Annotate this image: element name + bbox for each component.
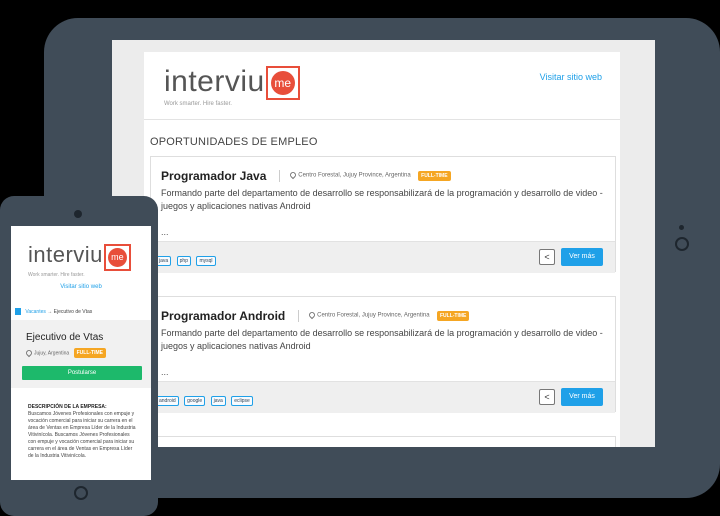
logo-word: interviu <box>164 65 265 98</box>
logo-tagline: Work smarter. Hire faster. <box>28 272 85 278</box>
brand-logo[interactable]: interviu me Work smarter. Hire faster. <box>28 244 131 278</box>
skill-tag[interactable]: java <box>156 256 172 266</box>
divider <box>297 309 299 322</box>
tablet-camera <box>679 225 684 230</box>
job-location: Centro Forestal, Jujuy Province, Argenti… <box>289 171 411 180</box>
map-pin-icon <box>289 171 298 180</box>
brand-logo[interactable]: interviu me Work smarter. Hire faster. <box>164 66 300 107</box>
view-more-button[interactable]: Ver más <box>561 248 603 266</box>
skill-tags: android google java eclipse <box>156 389 254 407</box>
job-location-text: Jujuy, Argentina <box>34 350 70 357</box>
job-title: Ejecutivo de Vtas <box>26 332 104 343</box>
skill-tag[interactable]: php <box>176 256 191 266</box>
skill-tag[interactable]: java <box>210 396 226 406</box>
jobs-page: interviu me Work smarter. Hire faster. Vi… <box>144 52 620 447</box>
company-description: DESCRIPCIÓN DE LA EMPRESA: Buscamos Jóve… <box>28 404 138 460</box>
company-description-heading: DESCRIPCIÓN DE LA EMPRESA: <box>28 404 107 410</box>
phone-screen: interviu me Work smarter. Hire faster. Vi… <box>11 226 151 480</box>
divider <box>278 169 280 182</box>
phone-speaker <box>74 210 82 218</box>
logo-bracket: me <box>103 244 131 271</box>
job-location: Jujuy, Argentina FULL-TIME <box>24 348 106 358</box>
share-icon: < <box>544 392 550 402</box>
company-description-body: Buscamos Jóvenes Profesionales con empuj… <box>28 411 136 459</box>
employment-type-badge: FULL-TIME <box>418 170 451 181</box>
skill-tag[interactable]: android <box>156 396 179 406</box>
breadcrumb-current: Ejecutivo de Vtas <box>53 308 93 315</box>
skill-tag[interactable]: eclipse <box>231 396 253 406</box>
map-pin-icon <box>24 348 34 358</box>
apply-button[interactable]: Postularse <box>22 366 142 380</box>
view-more-button[interactable]: Ver más <box>561 388 603 406</box>
section-title: OPORTUNIDADES DE EMPLEO <box>150 136 318 148</box>
employment-type-badge: FULL-TIME <box>436 310 470 321</box>
map-pin-icon <box>307 311 317 320</box>
logo-tagline: Work smarter. Hire faster. <box>164 101 232 107</box>
logo-bracket: me <box>265 66 300 100</box>
job-location-text: Centro Forestal, Jujuy Province, Argenti… <box>317 313 430 320</box>
tablet-home-button <box>675 237 689 251</box>
job-card <box>150 436 616 447</box>
job-description: Formando parte del departamento de desar… <box>161 328 603 351</box>
job-card-footer: android google java eclipse < Ver más <box>151 381 615 413</box>
employment-type-badge: FULL-TIME <box>73 348 106 358</box>
breadcrumb-link-vacantes[interactable]: Vacantes <box>25 309 45 315</box>
description-ellipsis: ... <box>161 367 169 377</box>
job-title[interactable]: Programador Android <box>161 309 285 323</box>
job-card-footer: java php mysql < Ver más <box>151 241 615 273</box>
visit-site-link[interactable]: Visitar sitio web <box>11 284 151 290</box>
phone-home-button <box>74 486 88 500</box>
job-location-text: Centro Forestal, Jujuy Province, Argenti… <box>298 173 411 180</box>
job-location: Centro Forestal, Jujuy Province, Argenti… <box>307 311 430 320</box>
job-summary: Ejecutivo de Vtas Jujuy, Argentina FULL-… <box>11 320 151 388</box>
logo-me-mark: me <box>107 248 127 267</box>
skill-tag[interactable]: mysql <box>196 256 216 266</box>
device-mockup-scene: interviu me Work smarter. Hire faster. Vi… <box>0 0 720 516</box>
visit-site-link[interactable]: Visitar sitio web <box>540 72 602 82</box>
job-title[interactable]: Programador Java <box>161 169 266 183</box>
share-button[interactable]: < <box>539 249 555 265</box>
breadcrumb-marker-icon <box>15 308 21 315</box>
share-icon: < <box>544 252 550 262</box>
description-ellipsis: ... <box>161 227 169 237</box>
tablet-screen: interviu me Work smarter. Hire faster. Vi… <box>112 40 655 447</box>
logo-word: interviu <box>28 242 103 267</box>
job-card: Programador Java Centro Forestal, Jujuy … <box>150 156 616 273</box>
breadcrumb: Vacantes → Ejecutivo de Vtas <box>15 308 92 315</box>
skill-tag[interactable]: google <box>184 396 206 406</box>
logo-me-mark: me <box>270 71 295 95</box>
site-header: interviu me Work smarter. Hire faster. Vi… <box>144 52 620 120</box>
skill-tags: java php mysql <box>156 249 217 267</box>
breadcrumb-arrow-icon: → <box>47 308 53 315</box>
share-button[interactable]: < <box>539 389 555 405</box>
job-description: Formando parte del departamento de desar… <box>161 188 603 211</box>
job-card: Programador Android Centro Forestal, Juj… <box>150 296 616 413</box>
